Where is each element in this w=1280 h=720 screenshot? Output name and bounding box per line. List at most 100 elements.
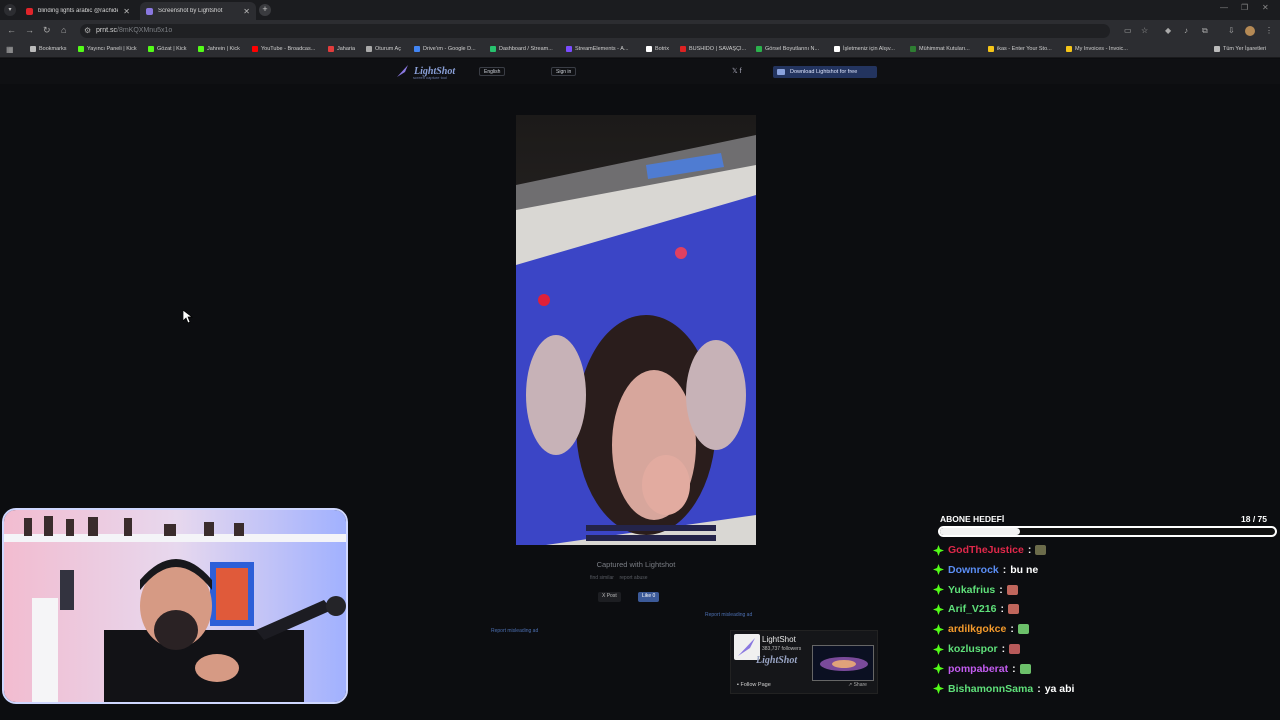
sub-badge-icon bbox=[933, 584, 944, 596]
bookmark-label: Görsel Boyutlarını N... bbox=[765, 46, 820, 52]
maximize-icon[interactable]: ❐ bbox=[1241, 3, 1248, 12]
bookmark-item[interactable]: My Invoices - Invoic... bbox=[1066, 46, 1128, 52]
tab-lightshot[interactable]: Screenshot by Lightshot ✕ bbox=[140, 2, 256, 20]
bookmark-item[interactable]: İşletmeniz için Alışv... bbox=[834, 46, 895, 52]
chat-message: Arif_V216: bbox=[933, 602, 1019, 616]
chat-separator: : bbox=[1027, 544, 1032, 556]
follow-label: Follow Page bbox=[740, 682, 771, 688]
bookmark-favicon-icon bbox=[414, 46, 420, 52]
download-button[interactable]: Download Lightshot for free bbox=[773, 66, 877, 78]
social-icons[interactable]: 𝕏 f bbox=[732, 67, 742, 75]
audio-icon[interactable]: ♪ bbox=[1184, 26, 1188, 35]
sub-badge-icon bbox=[933, 564, 944, 576]
bookmark-item[interactable]: Görsel Boyutlarını N... bbox=[756, 46, 819, 52]
report-abuse-link[interactable]: report abuse bbox=[619, 575, 647, 581]
sub-badge-icon bbox=[933, 544, 944, 556]
bookmark-label: StreamElements - A... bbox=[575, 46, 629, 52]
download-icon bbox=[777, 69, 785, 75]
fb-page-name[interactable]: LightShot bbox=[762, 635, 796, 644]
x-post-button[interactable]: X Post bbox=[598, 592, 621, 602]
bookmark-item[interactable]: Gözat | Kick bbox=[148, 46, 187, 52]
bookmark-favicon-icon bbox=[680, 46, 686, 52]
chat-username[interactable]: GodTheJustice bbox=[948, 544, 1024, 556]
bookmark-label: Dashboard / Stream... bbox=[499, 46, 553, 52]
chat-username[interactable]: Arif_V216 bbox=[948, 603, 996, 615]
bookmark-item[interactable]: StreamElements - A... bbox=[566, 46, 629, 52]
bookmark-label: İşletmeniz için Alışv... bbox=[843, 46, 895, 52]
bookmark-label: YouTube - Broadcas... bbox=[261, 46, 316, 52]
chat-username[interactable]: BishamonnSama bbox=[948, 683, 1033, 695]
lightshot-logo[interactable]: LightShot screen capture tool bbox=[396, 64, 455, 80]
minimize-icon[interactable]: — bbox=[1220, 3, 1228, 12]
bookmark-item[interactable]: Oturum Aç bbox=[366, 46, 401, 52]
bookmark-item[interactable]: BUSHIDO | SAVAŞÇI... bbox=[680, 46, 746, 52]
apps-grid-icon[interactable]: ▦ bbox=[6, 45, 14, 54]
bookmark-item[interactable]: YouTube - Broadcas... bbox=[252, 46, 315, 52]
sub-badge-icon bbox=[933, 623, 944, 635]
downloads-icon[interactable]: ⇩ bbox=[1228, 26, 1235, 35]
bookmark-item[interactable]: Botrix bbox=[646, 46, 669, 52]
chat-username[interactable]: ardilkgokce bbox=[948, 623, 1006, 635]
bookmark-item[interactable]: Bookmarks bbox=[30, 46, 67, 52]
bookmark-item[interactable]: ikas - Enter Your Sto... bbox=[988, 46, 1052, 52]
bookmark-item[interactable]: Jaharia bbox=[328, 46, 355, 52]
bookmark-item[interactable]: Drive'ım - Google D... bbox=[414, 46, 476, 52]
lightshot-header bbox=[0, 59, 1280, 84]
fb-follow-button[interactable]: ▪ Follow Page bbox=[737, 682, 771, 688]
bookmark-favicon-icon bbox=[328, 46, 334, 52]
captured-caption: Captured with Lightshot bbox=[596, 560, 676, 569]
chat-message: kozluspor: bbox=[933, 642, 1021, 656]
fb-like-button[interactable]: Like 0 bbox=[638, 592, 660, 602]
report-ad-link[interactable]: Report misleading ad bbox=[491, 628, 538, 634]
bookmark-item[interactable]: Jahrein | Kick bbox=[198, 46, 240, 52]
bookmark-favicon-icon bbox=[1214, 46, 1220, 52]
chat-username[interactable]: Yukafrius bbox=[948, 584, 995, 596]
bookmark-item[interactable]: Yayıncı Paneli | Kick bbox=[78, 46, 137, 52]
goal-title: ABONE HEDEFİ bbox=[940, 514, 1005, 524]
bookmark-star-icon[interactable]: ☆ bbox=[1141, 26, 1148, 35]
chat-emote-icon bbox=[1009, 644, 1021, 654]
bookmark-label: ikas - Enter Your Sto... bbox=[997, 46, 1052, 52]
close-tab-icon[interactable]: ✕ bbox=[243, 7, 250, 16]
download-label: Download Lightshot for free bbox=[790, 69, 858, 75]
chat-text: bu ne bbox=[1010, 563, 1039, 576]
bookmark-label: Bookmarks bbox=[39, 46, 67, 52]
forward-icon[interactable]: → bbox=[25, 25, 34, 35]
address-bar[interactable] bbox=[80, 24, 1110, 38]
chat-username[interactable]: pompaberat bbox=[948, 663, 1008, 675]
bookmark-label: BUSHIDO | SAVAŞÇI... bbox=[689, 46, 747, 52]
reload-icon[interactable]: ↻ bbox=[43, 25, 51, 36]
report-ad-link[interactable]: Report misleading ad bbox=[705, 612, 752, 618]
signin-button[interactable]: Sign in bbox=[551, 67, 577, 76]
close-window-icon[interactable]: ✕ bbox=[1262, 3, 1269, 12]
tab-youtube[interactable]: blinding lights arabic @rachide ✕ bbox=[20, 2, 136, 20]
menu-kebab-icon[interactable]: ⋮ bbox=[1265, 26, 1273, 35]
fb-share-button[interactable]: ↗ Share bbox=[848, 682, 867, 688]
find-similar-link[interactable]: find similar bbox=[590, 575, 614, 581]
cast-icon[interactable]: ▭ bbox=[1124, 26, 1132, 35]
sub-badge-icon bbox=[933, 683, 944, 695]
home-icon[interactable]: ⌂ bbox=[61, 25, 66, 35]
bookmark-item[interactable]: Tüm Yer İşaretleri bbox=[1214, 46, 1266, 52]
chat-emote-icon bbox=[1035, 545, 1047, 555]
bookmark-item[interactable]: Dashboard / Stream... bbox=[490, 46, 553, 52]
chat-message: GodTheJustice: bbox=[933, 543, 1047, 557]
tab-search-icon[interactable]: ▾ bbox=[4, 4, 16, 16]
chat-message: Yukafrius: bbox=[933, 583, 1018, 597]
bookmark-label: Drive'ım - Google D... bbox=[423, 46, 476, 52]
extension-icon[interactable]: ◆ bbox=[1165, 26, 1171, 35]
site-info-icon[interactable]: ⚙ bbox=[84, 26, 91, 35]
chat-separator: : bbox=[1002, 563, 1007, 576]
new-tab-button[interactable]: + bbox=[259, 4, 271, 16]
bookmark-item[interactable]: Mühimmat Kutuları... bbox=[910, 46, 970, 52]
chat-emote-icon bbox=[1017, 624, 1029, 635]
back-icon[interactable]: ← bbox=[7, 25, 16, 35]
chat-message: BishamonnSama: ya abi bbox=[933, 682, 1074, 696]
bookmark-label: Botrix bbox=[655, 46, 670, 52]
language-select[interactable]: English bbox=[479, 67, 506, 76]
chat-username[interactable]: kozluspor bbox=[948, 643, 998, 655]
profile-avatar[interactable] bbox=[1245, 26, 1255, 36]
extensions-puzzle-icon[interactable]: ⧉ bbox=[1202, 26, 1208, 36]
close-tab-icon[interactable]: ✕ bbox=[123, 7, 130, 16]
chat-username[interactable]: Downrock bbox=[948, 564, 999, 576]
